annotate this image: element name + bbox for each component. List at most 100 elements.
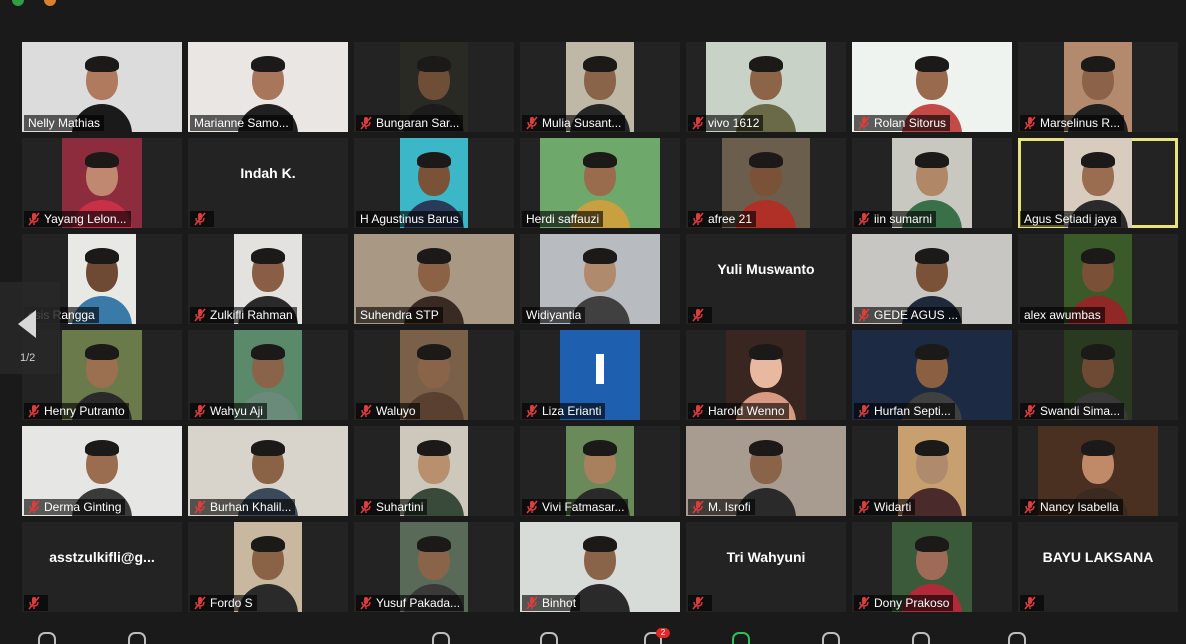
participant-name-label: Wahyu Aji <box>190 403 267 419</box>
participant-display-name: asstzulkifli@g... <box>49 549 155 565</box>
participant-tile[interactable]: BAYU LAKSANA <box>1018 522 1178 612</box>
participant-name-label: Harold Wenno <box>688 403 789 419</box>
participant-name-label: Rolan Sitorus <box>854 115 951 131</box>
participant-name-label: Suhartini <box>356 499 428 515</box>
participant-tile[interactable]: Bungaran Sar... <box>354 42 514 132</box>
participant-tile[interactable]: Yusuf Pakada... <box>354 522 514 612</box>
participant-tile[interactable]: Waluyo <box>354 330 514 420</box>
participant-tile[interactable]: vivo 1612 <box>686 42 846 132</box>
participant-tile[interactable]: Burhan Khalil... <box>188 426 348 516</box>
participant-name-label: Fordo S <box>190 595 257 611</box>
participant-tile[interactable]: Tri Wahyuni <box>686 522 846 612</box>
participant-name: Marianne Samo... <box>194 116 289 130</box>
participant-tile[interactable]: Yayang Lelon... <box>22 138 182 228</box>
chevron-left-icon <box>18 310 36 338</box>
participant-tile[interactable]: GEDE AGUS ... <box>852 234 1012 324</box>
reactions-button[interactable] <box>1008 632 1026 644</box>
participant-tile[interactable]: Fordo S <box>188 522 348 612</box>
participant-name-label: Suhendra STP <box>356 307 443 323</box>
muted-mic-icon <box>526 500 538 514</box>
participant-name: Dony Prakoso <box>874 596 950 610</box>
participant-tile[interactable]: Widiyantia <box>520 234 680 324</box>
video-button[interactable] <box>128 632 146 644</box>
participant-tile[interactable]: Hurfan Septi... <box>852 330 1012 420</box>
participant-tile[interactable]: Suhendra STP <box>354 234 514 324</box>
participant-name-label: Hurfan Septi... <box>854 403 955 419</box>
participant-name-label: Mulia Susant... <box>522 115 626 131</box>
participant-tile[interactable]: Yuli Muswanto <box>686 234 846 324</box>
participant-name: Swandi Sima... <box>1040 404 1121 418</box>
participant-name: Rolan Sitorus <box>874 116 947 130</box>
participant-tile[interactable]: Nelly Mathias <box>22 42 182 132</box>
participant-tile[interactable]: iin sumarni <box>852 138 1012 228</box>
participant-name: Yusuf Pakada... <box>376 596 461 610</box>
participant-tile[interactable]: Swandi Sima... <box>1018 330 1178 420</box>
participant-display-name: Tri Wahyuni <box>726 549 806 565</box>
participant-tile[interactable]: afree 21 <box>686 138 846 228</box>
participant-tile[interactable]: asstzulkifli@g... <box>22 522 182 612</box>
participant-tile[interactable]: alex awumbas <box>1018 234 1178 324</box>
record-button[interactable] <box>822 632 840 644</box>
participant-name: GEDE AGUS ... <box>874 308 959 322</box>
participant-tile[interactable]: Widarti <box>852 426 1012 516</box>
participant-tile[interactable]: Indah K. <box>188 138 348 228</box>
previous-page-button[interactable]: 1/2 <box>0 282 60 374</box>
participant-tile[interactable]: Herdi saffauzi <box>520 138 680 228</box>
participant-name-label: Herdi saffauzi <box>522 211 604 227</box>
participant-name: M. Isrofi <box>708 500 751 514</box>
participant-name: Mulia Susant... <box>542 116 622 130</box>
participant-tile[interactable]: Dony Prakoso <box>852 522 1012 612</box>
participant-name: Harold Wenno <box>708 404 785 418</box>
breakout-rooms-button[interactable] <box>912 632 930 644</box>
participant-tile[interactable]: Wahyu Aji <box>188 330 348 420</box>
participant-name: Binhot <box>542 596 577 610</box>
participant-tile[interactable]: Nancy Isabella <box>1018 426 1178 516</box>
participants-button[interactable] <box>540 632 558 644</box>
security-shield-icon[interactable] <box>12 0 24 6</box>
participant-tile[interactable]: Agus Setiadi jaya <box>1018 138 1178 228</box>
participant-tile[interactable]: Binhot <box>520 522 680 612</box>
mute-button[interactable] <box>38 632 56 644</box>
muted-mic-icon <box>526 404 538 418</box>
participant-name: Liza Erianti <box>542 404 602 418</box>
muted-mic-icon <box>858 116 870 130</box>
participant-tile[interactable]: Liza Erianti <box>520 330 680 420</box>
participant-name-label: Waluyo <box>356 403 420 419</box>
muted-mic-icon <box>28 500 40 514</box>
participant-name: Bungaran Sar... <box>376 116 460 130</box>
participant-tile[interactable]: Zulkifli Rahman <box>188 234 348 324</box>
participant-tile[interactable]: Suhartini <box>354 426 514 516</box>
participant-tile[interactable]: Rolan Sitorus <box>852 42 1012 132</box>
participant-tile[interactable]: Mulia Susant... <box>520 42 680 132</box>
participant-name: Fordo S <box>210 596 253 610</box>
participant-name: Derma Ginting <box>44 500 122 514</box>
security-button[interactable] <box>432 632 450 644</box>
participant-grid: Nelly Mathias Marianne Samo... Bungaran Sa… <box>22 42 1178 612</box>
participant-name: Waluyo <box>376 404 416 418</box>
participant-name: Nelly Mathias <box>28 116 101 130</box>
participant-tile[interactable]: Derma Ginting <box>22 426 182 516</box>
participant-name-label: Vivi Fatmasar... <box>522 499 629 515</box>
participant-name-label <box>1020 595 1044 611</box>
participant-tile[interactable]: H Agustinus Barus <box>354 138 514 228</box>
participant-name-label: afree 21 <box>688 211 757 227</box>
participant-tile[interactable]: Marselinus R... <box>1018 42 1178 132</box>
participant-name-label: Yusuf Pakada... <box>356 595 465 611</box>
participant-display-name: Indah K. <box>240 165 296 181</box>
participant-tile[interactable]: Marianne Samo... <box>188 42 348 132</box>
share-screen-button[interactable] <box>732 632 750 644</box>
participant-tile[interactable]: Vivi Fatmasar... <box>520 426 680 516</box>
participant-name-label <box>24 595 48 611</box>
muted-mic-icon <box>692 308 704 322</box>
muted-mic-icon <box>858 308 870 322</box>
participant-name-label: H Agustinus Barus <box>356 211 463 227</box>
participant-tile[interactable]: Harold Wenno <box>686 330 846 420</box>
participant-name: Zulkifli Rahman <box>210 308 293 322</box>
meeting-toolbar: 2 <box>0 628 1186 644</box>
muted-mic-icon <box>1024 596 1036 610</box>
muted-mic-icon <box>858 212 870 226</box>
participant-tile[interactable]: M. Isrofi <box>686 426 846 516</box>
muted-mic-icon <box>360 596 372 610</box>
muted-mic-icon <box>1024 500 1036 514</box>
participant-name: afree 21 <box>708 212 753 226</box>
